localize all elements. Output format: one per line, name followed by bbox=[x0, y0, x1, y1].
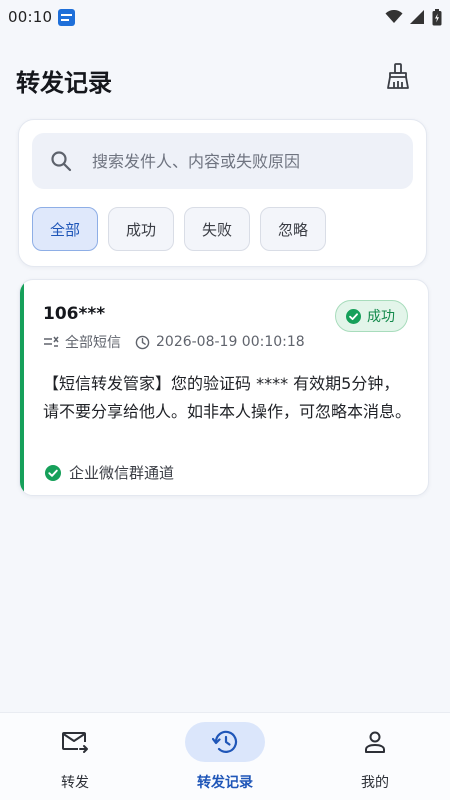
filter-chip-ignored[interactable]: 忽略 bbox=[260, 207, 327, 251]
filter-chip-failed[interactable]: 失败 bbox=[184, 207, 251, 251]
clear-records-button[interactable] bbox=[380, 58, 416, 94]
nav-history-label: 转发记录 bbox=[197, 775, 253, 791]
page-title: 转发记录 bbox=[16, 68, 112, 97]
wifi-icon bbox=[385, 10, 403, 23]
record-sender: 106*** bbox=[43, 304, 106, 324]
search-box[interactable] bbox=[32, 133, 413, 189]
nav-item-profile[interactable]: 我的 bbox=[300, 713, 450, 800]
record-channel: 企业微信群通道 bbox=[45, 462, 174, 483]
check-circle-icon bbox=[346, 308, 361, 324]
nav-profile-pill bbox=[335, 722, 415, 762]
broom-icon bbox=[387, 63, 409, 89]
mail-forward-icon bbox=[62, 732, 88, 753]
nav-forward-label: 转发 bbox=[61, 775, 89, 791]
filter-chip-all[interactable]: 全部 bbox=[32, 207, 99, 251]
record-card[interactable]: 106*** 成功 全部短信 2026-08-19 00:10:18 【短信转发… bbox=[19, 279, 429, 496]
record-status-accent bbox=[20, 280, 24, 495]
header: 转发记录 bbox=[0, 52, 450, 108]
person-icon bbox=[365, 731, 385, 753]
status-badge: 成功 bbox=[335, 300, 408, 332]
bottom-nav: 转发 转发记录 我的 bbox=[0, 712, 450, 800]
status-icons bbox=[385, 8, 442, 26]
nav-item-forward[interactable]: 转发 bbox=[0, 713, 150, 800]
nav-history-pill bbox=[185, 722, 265, 762]
search-icon bbox=[51, 151, 72, 172]
filter-chips: 全部 成功 失败 忽略 bbox=[32, 207, 327, 251]
nav-forward-pill bbox=[35, 722, 115, 762]
search-input[interactable] bbox=[92, 151, 392, 171]
record-meta: 全部短信 2026-08-19 00:10:18 bbox=[43, 332, 305, 352]
status-bar: 00:10 bbox=[0, 0, 450, 34]
clock-icon bbox=[135, 335, 150, 350]
status-time: 00:10 bbox=[8, 8, 53, 26]
filter-card: 全部 成功 失败 忽略 bbox=[18, 119, 427, 267]
record-timestamp: 2026-08-19 00:10:18 bbox=[156, 334, 305, 350]
record-sim: 全部短信 bbox=[65, 335, 121, 351]
filter-chip-success[interactable]: 成功 bbox=[108, 207, 175, 251]
record-content: 【短信转发管家】您的验证码 **** 有效期5分钟，请不要分享给他人。如非本人操… bbox=[43, 374, 412, 421]
check-circle-icon bbox=[45, 464, 61, 481]
signal-icon bbox=[410, 10, 424, 24]
nav-item-history[interactable]: 转发记录 bbox=[150, 713, 300, 800]
nav-profile-label: 我的 bbox=[361, 775, 389, 791]
notification-app-icon bbox=[58, 8, 76, 26]
sim-filter-icon bbox=[43, 335, 59, 349]
battery-icon bbox=[432, 8, 442, 25]
record-channel-label: 企业微信群通道 bbox=[69, 464, 175, 482]
history-icon bbox=[212, 730, 238, 753]
status-badge-label: 成功 bbox=[367, 309, 395, 325]
